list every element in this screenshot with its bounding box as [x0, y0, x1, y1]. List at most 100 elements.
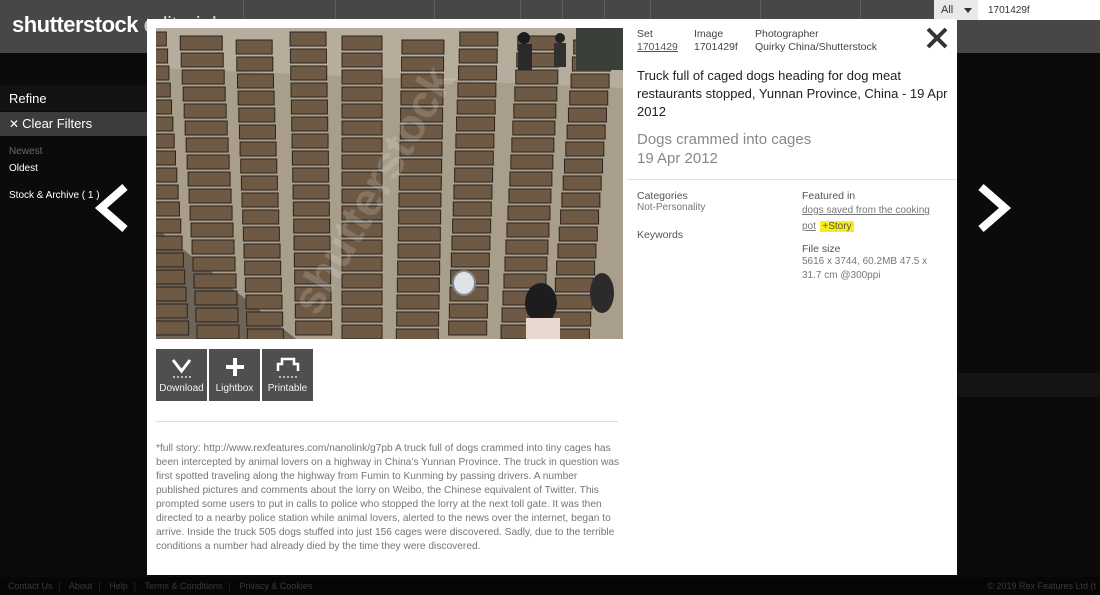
cage-shape	[453, 184, 493, 200]
cage-shape	[451, 235, 491, 251]
cage-shape	[291, 133, 329, 149]
clear-filters-button[interactable]: ✕ Clear Filters	[0, 112, 147, 136]
cage-shape	[515, 69, 559, 85]
cage-shape	[181, 69, 225, 85]
lightbox-button[interactable]: Lightbox	[209, 349, 260, 401]
main-photo[interactable]: shutterstock	[156, 28, 623, 339]
cage-shape	[508, 188, 552, 204]
cage-shape	[557, 243, 597, 259]
clear-filters-label: Clear Filters	[22, 116, 93, 131]
footer-link-privacy[interactable]: Privacy & Cookies	[239, 581, 312, 591]
cage-shape	[569, 90, 609, 106]
download-label: Download	[159, 383, 204, 394]
cage-shape	[194, 290, 238, 306]
chevron-down-icon	[964, 8, 972, 13]
nav-divider	[562, 0, 563, 20]
cage-shape	[189, 205, 233, 221]
categories-value: Not-Personality	[637, 202, 706, 213]
cage-shape	[397, 260, 441, 276]
cage-shape	[514, 86, 558, 102]
lightbox-label: Lightbox	[215, 383, 254, 394]
set-link[interactable]: 1701429	[637, 41, 678, 53]
cage-shape	[511, 137, 555, 153]
footer-link-contact[interactable]: Contact Us	[8, 581, 53, 591]
cage-shape	[452, 201, 492, 217]
sort-oldest[interactable]: Oldest	[0, 163, 147, 174]
cage-shape	[507, 205, 551, 221]
cage-shape	[192, 256, 236, 272]
nav-divider	[760, 0, 761, 20]
search-input[interactable]	[984, 0, 1098, 20]
cage-shape	[188, 188, 232, 204]
printable-button[interactable]: Printable	[262, 349, 313, 401]
close-modal-button[interactable]	[925, 26, 949, 50]
cage-shape	[156, 286, 187, 302]
footer-copyright: © 2019 Rex Features Ltd (t	[987, 581, 1096, 591]
cage-shape	[244, 260, 282, 276]
cage-shape	[190, 222, 234, 238]
nav-divider	[860, 0, 861, 20]
cage-shape	[185, 137, 229, 153]
search-scope-dropdown[interactable]: All	[934, 0, 978, 20]
cage-shape	[291, 150, 329, 166]
nav-divider	[243, 0, 244, 20]
cage-shape	[396, 311, 440, 327]
cage-shape	[156, 150, 176, 166]
cage-shape	[156, 65, 170, 81]
image-field: Image 1701429f	[694, 28, 738, 53]
cage-shape	[237, 90, 275, 106]
download-button[interactable]: Download	[156, 349, 207, 401]
plus-icon	[226, 358, 244, 376]
cage-shape	[156, 184, 179, 200]
nav-divider	[604, 0, 605, 20]
divider	[156, 421, 618, 422]
cage-shape	[504, 256, 548, 272]
cage-shape	[156, 235, 183, 251]
photo-toolbar: Download Lightbox Printable	[156, 349, 315, 401]
close-icon	[926, 27, 948, 49]
add-story-tag[interactable]: +Story	[820, 221, 854, 232]
cage-shape	[510, 154, 554, 170]
cage-shape	[238, 107, 276, 123]
cage-shape	[156, 201, 180, 217]
cage-shape	[184, 120, 228, 136]
image-date: 19 Apr 2012	[637, 150, 718, 167]
cage-shape	[565, 141, 605, 157]
cage-shape	[292, 184, 330, 200]
footer-link-about[interactable]: About	[69, 581, 93, 591]
cage-shape	[191, 239, 235, 255]
cage-shape	[195, 307, 239, 323]
cage-shape	[505, 239, 549, 255]
cage-shape	[241, 192, 279, 208]
footer-link-help[interactable]: Help	[109, 581, 128, 591]
next-image-button[interactable]	[973, 183, 1013, 233]
cage-shape	[457, 82, 497, 98]
cage-shape	[238, 124, 276, 140]
chevron-right-icon	[978, 183, 1012, 233]
cage-shape	[240, 175, 278, 191]
prev-image-button[interactable]	[93, 183, 133, 233]
image-subtitle: Dogs crammed into cages 19 Apr 2012	[637, 130, 811, 168]
footer-link-terms[interactable]: Terms & Conditions	[144, 581, 222, 591]
cage-shape	[187, 171, 231, 187]
cage-shape	[290, 99, 328, 115]
cage-shape	[156, 133, 175, 149]
cage-shape	[242, 209, 280, 225]
cage-shape	[243, 243, 281, 259]
cage-shape	[341, 307, 383, 323]
search-scope-label: All	[941, 4, 954, 16]
background-band	[958, 373, 1100, 397]
cage-shape	[448, 303, 488, 319]
divider	[627, 179, 957, 180]
cage-shape	[560, 209, 600, 225]
cage-shape	[290, 82, 328, 98]
cage-shape	[456, 99, 496, 115]
cage-shape	[513, 103, 557, 119]
subtitle-text: Dogs crammed into cages	[637, 131, 812, 148]
cage-shape	[458, 65, 498, 81]
nav-divider	[335, 0, 336, 20]
sort-newest[interactable]: Newest	[0, 146, 147, 157]
print-icon	[276, 357, 300, 378]
cage-shape	[448, 320, 488, 336]
chevron-left-icon	[94, 183, 128, 233]
